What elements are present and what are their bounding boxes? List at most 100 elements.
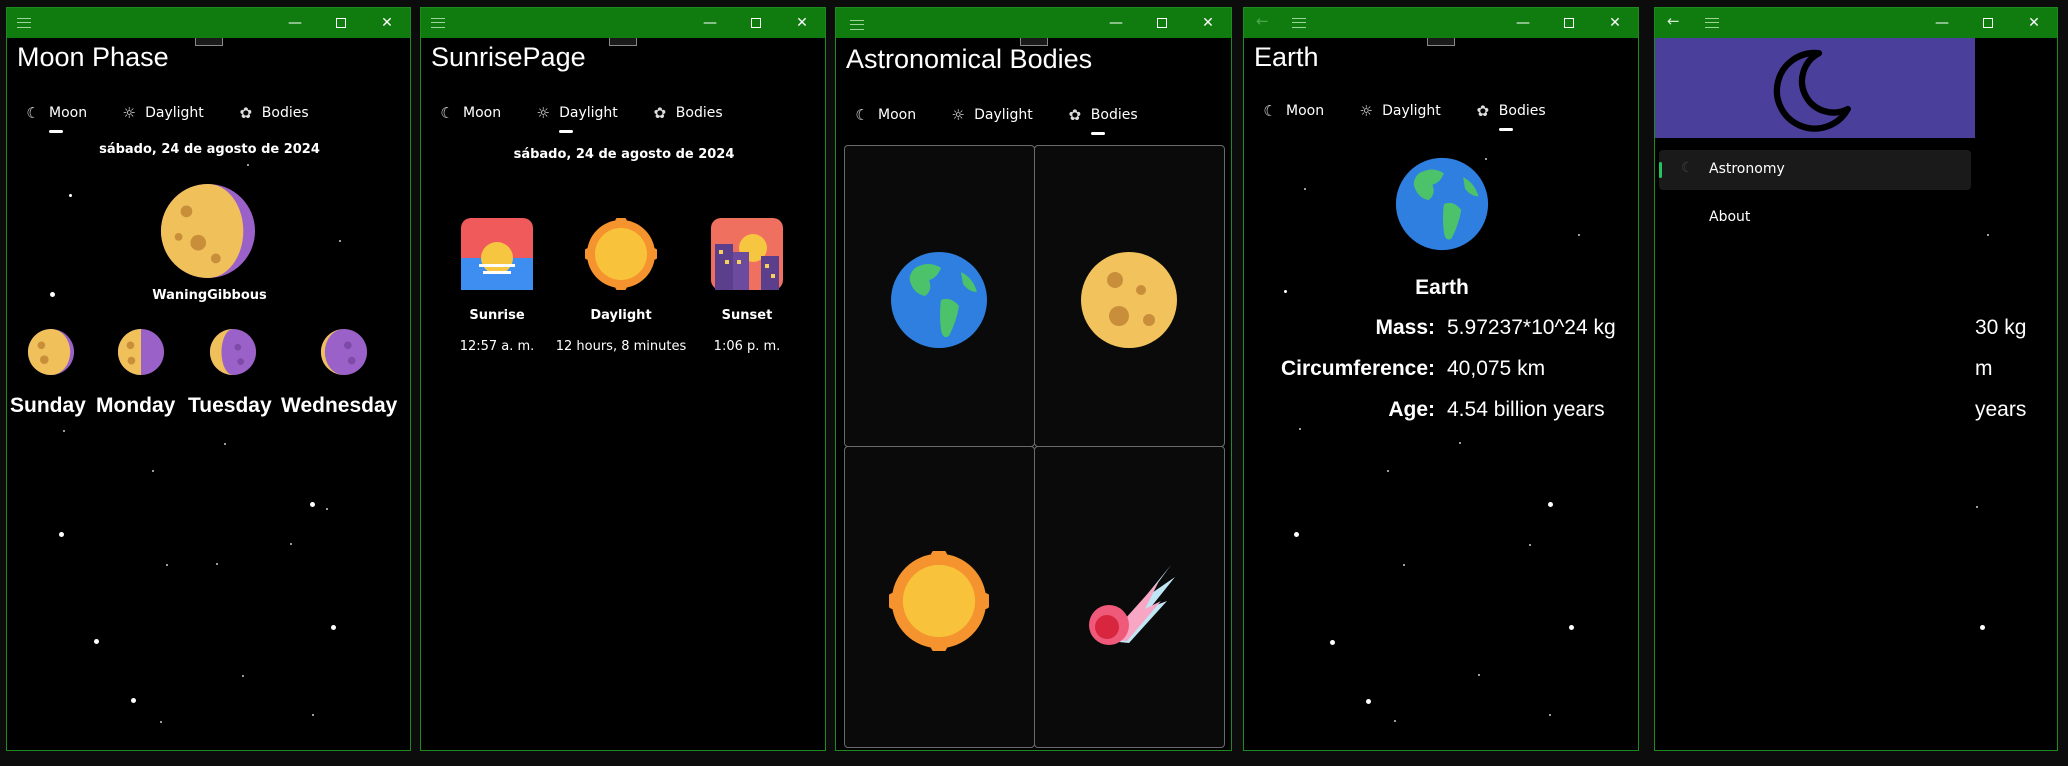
- selection-indicator: [1659, 162, 1662, 178]
- window-moon-phase: — ✕ Moon Phase ☾ Moon ☼ Daylight ✿ Bodies s…: [6, 7, 411, 751]
- fact-value-overflow: years: [1975, 398, 2027, 421]
- comet-icon: ✿: [1068, 106, 1082, 124]
- title-bar[interactable]: — ✕: [421, 8, 825, 38]
- tab-bodies[interactable]: ✿ Bodies: [238, 104, 308, 122]
- title-bar[interactable]: ← — ✕: [1655, 8, 2057, 38]
- tab-bar: ☾ Moon ☼ Daylight ✿ Bodies: [1262, 102, 1546, 131]
- nav-item-astronomy[interactable]: ☾ Astronomy: [1659, 150, 1971, 190]
- minimize-icon[interactable]: —: [687, 8, 733, 38]
- tab-daylight[interactable]: ☼ Daylight: [535, 104, 618, 133]
- star: [331, 625, 336, 630]
- body-tile-comet[interactable]: [1034, 446, 1225, 748]
- resize-grip[interactable]: [1427, 38, 1455, 46]
- fact-value-overflow: 30 kg: [1975, 316, 2027, 339]
- nav-item-about[interactable]: About: [1659, 198, 1971, 238]
- hamburger-icon[interactable]: [17, 18, 31, 28]
- star: [247, 164, 249, 166]
- hamburger-icon[interactable]: [431, 18, 445, 28]
- tab-bar: ☾ Moon ☼ Daylight ✿ Bodies: [439, 104, 723, 133]
- resize-grip[interactable]: [194, 38, 223, 46]
- tab-bodies[interactable]: ✿ Bodies: [1475, 102, 1546, 131]
- tab-bodies[interactable]: ✿ Bodies: [1067, 106, 1138, 135]
- waning-gibbous-moon-icon: [160, 183, 256, 279]
- resize-grip[interactable]: [609, 38, 637, 46]
- moon-phase-name: WaningGibbous: [152, 288, 267, 303]
- sunrise-label: Sunrise: [469, 308, 525, 323]
- back-arrow-icon[interactable]: ←: [1667, 12, 1680, 30]
- minimize-icon[interactable]: —: [1093, 8, 1139, 38]
- hamburger-icon[interactable]: [1292, 18, 1306, 28]
- earth-icon: [1395, 157, 1489, 251]
- hamburger-icon[interactable]: [850, 20, 864, 30]
- minimize-icon[interactable]: —: [272, 8, 318, 38]
- close-icon[interactable]: ✕: [1592, 8, 1638, 38]
- page-title: Astronomical Bodies: [846, 44, 1093, 74]
- star: [310, 502, 315, 507]
- day-label: Tuesday: [188, 394, 272, 417]
- maximize-icon[interactable]: [1546, 8, 1592, 38]
- sunset-city-icon: [711, 218, 783, 290]
- star: [1578, 234, 1580, 236]
- page-title: Earth: [1254, 42, 1319, 72]
- title-bar[interactable]: ← — ✕: [1244, 8, 1638, 38]
- body-tile-earth[interactable]: [844, 145, 1035, 447]
- window-navigation: ← — ✕ ☾ Astronomy About 30 kg m years: [1654, 7, 2058, 751]
- title-bar[interactable]: — ✕: [7, 8, 410, 38]
- star: [1987, 234, 1989, 236]
- close-icon[interactable]: ✕: [2011, 8, 2057, 38]
- close-icon[interactable]: ✕: [779, 8, 825, 38]
- close-icon[interactable]: ✕: [364, 8, 410, 38]
- window-sunrise: — ✕ SunrisePage ☾ Moon ☼ Daylight ✿ Bodies …: [420, 7, 826, 751]
- star: [160, 721, 162, 723]
- comet-icon: [1089, 565, 1175, 645]
- body-tile-sun[interactable]: [844, 446, 1035, 748]
- star: [1304, 188, 1306, 190]
- tab-daylight[interactable]: ☼ Daylight: [121, 104, 203, 122]
- star: [1549, 714, 1551, 716]
- maximize-icon[interactable]: [1139, 8, 1185, 38]
- body-tile-moon[interactable]: [1034, 145, 1225, 447]
- sun-outline-icon: ☼: [122, 104, 136, 122]
- tab-moon[interactable]: ☾ Moon: [1262, 102, 1324, 120]
- tab-moon[interactable]: ☾ Moon: [854, 106, 916, 124]
- maximize-icon[interactable]: [733, 8, 779, 38]
- day-label: Sunday: [10, 394, 86, 417]
- page-title: Moon Phase: [17, 42, 169, 72]
- title-bar[interactable]: — ✕: [836, 8, 1231, 38]
- star: [1403, 564, 1405, 566]
- back-arrow-icon[interactable]: ←: [1256, 12, 1269, 30]
- moon-phase-icon: [320, 328, 368, 376]
- star: [224, 443, 226, 445]
- comet-icon: ✿: [1476, 102, 1490, 120]
- sun-icon: [585, 218, 657, 290]
- star: [63, 430, 65, 432]
- minimize-icon[interactable]: —: [1919, 8, 1965, 38]
- star: [216, 563, 218, 565]
- star: [1394, 720, 1396, 722]
- sun-outline-icon: ☼: [1359, 102, 1373, 120]
- moon-icon: ☾: [855, 106, 869, 124]
- daylight-duration: 12 hours, 8 minutes: [555, 339, 687, 354]
- sunrise-icon: [461, 218, 533, 290]
- nav-item-label: Astronomy: [1709, 161, 1785, 177]
- tab-bodies[interactable]: ✿ Bodies: [652, 104, 722, 122]
- star: [1459, 442, 1461, 444]
- moon-phase-icon: [209, 328, 257, 376]
- tab-daylight[interactable]: ☼ Daylight: [950, 106, 1032, 124]
- star: [326, 508, 328, 510]
- sun-outline-icon: ☼: [536, 104, 550, 122]
- minimize-icon[interactable]: —: [1500, 8, 1546, 38]
- maximize-icon[interactable]: [1965, 8, 2011, 38]
- day-label: Monday: [96, 394, 176, 417]
- close-icon[interactable]: ✕: [1185, 8, 1231, 38]
- maximize-icon[interactable]: [318, 8, 364, 38]
- star: [1529, 544, 1531, 546]
- fact-key: Age:: [1388, 398, 1435, 421]
- comet-icon: ✿: [239, 104, 253, 122]
- tab-moon[interactable]: ☾ Moon: [25, 104, 87, 133]
- tab-daylight[interactable]: ☼ Daylight: [1358, 102, 1440, 120]
- tab-moon[interactable]: ☾ Moon: [439, 104, 501, 122]
- moon-icon: ☾: [26, 104, 40, 122]
- comet-icon: ✿: [653, 104, 667, 122]
- hamburger-icon[interactable]: [1705, 18, 1719, 28]
